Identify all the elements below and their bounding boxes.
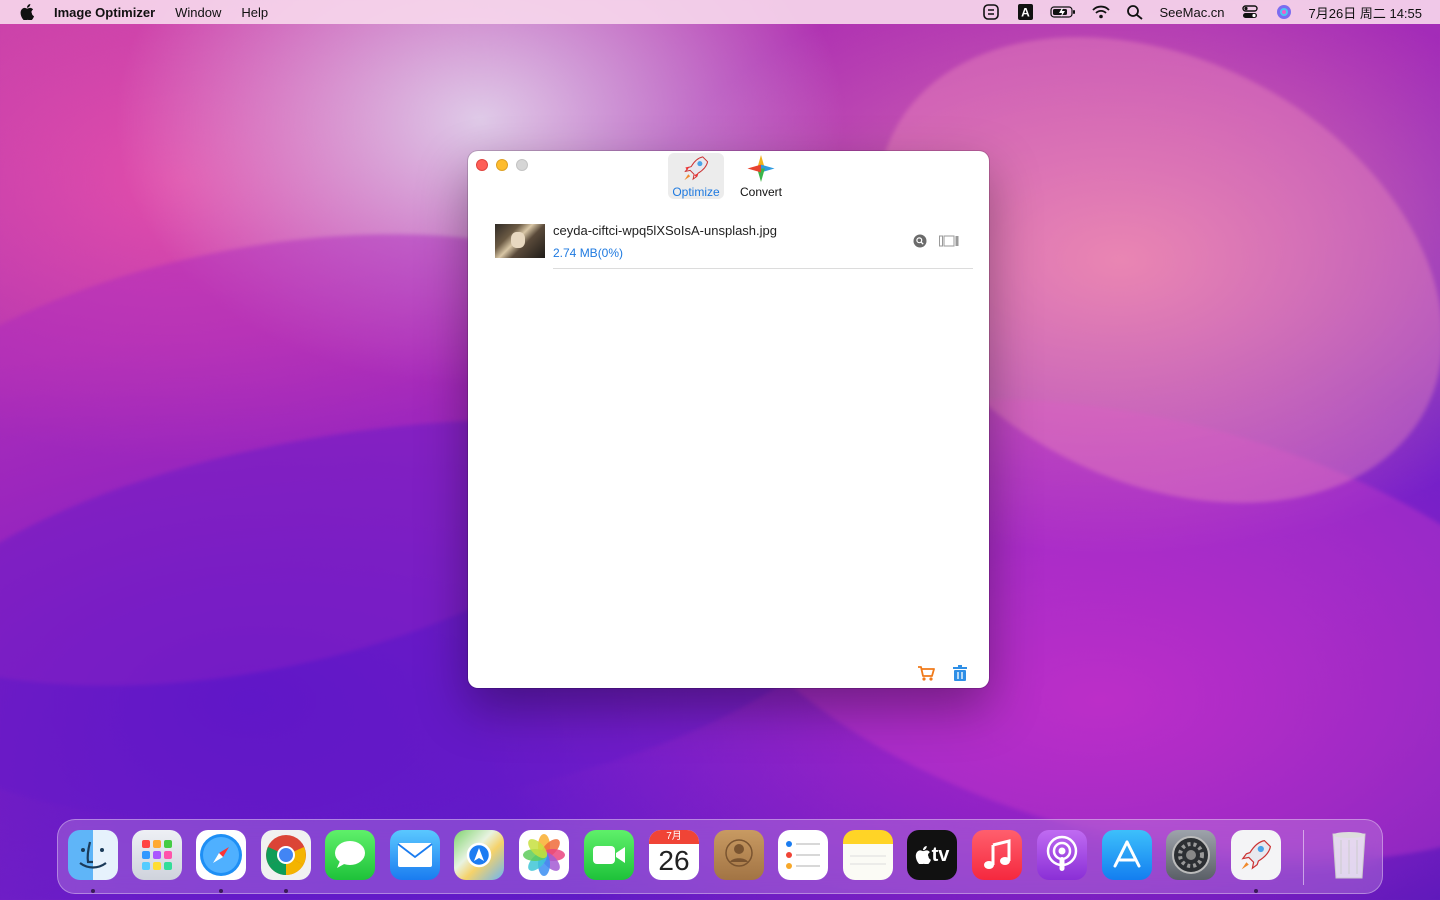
notes-icon[interactable] bbox=[843, 830, 893, 880]
calendar-month: 7月 bbox=[649, 830, 699, 844]
podcasts-icon[interactable] bbox=[1037, 830, 1087, 880]
tab-convert-label: Convert bbox=[739, 185, 783, 199]
tab-optimize-label: Optimize bbox=[672, 185, 720, 199]
image-optimizer-dock-icon[interactable] bbox=[1231, 830, 1281, 880]
image-thumbnail bbox=[495, 224, 545, 258]
menu-app-name[interactable]: Image Optimizer bbox=[54, 5, 155, 20]
calendar-icon[interactable]: 7月 26 bbox=[649, 830, 699, 880]
trash-icon[interactable] bbox=[951, 664, 969, 682]
row-divider bbox=[553, 268, 973, 269]
menu-bar: Image Optimizer Window Help A SeeMac.cn … bbox=[0, 0, 1440, 24]
siri-icon[interactable] bbox=[1275, 4, 1293, 20]
window-footer bbox=[901, 664, 969, 682]
running-indicator bbox=[219, 889, 223, 893]
file-name: ceyda-ciftci-wpq5lXSoIsA-unsplash.jpg bbox=[553, 223, 777, 238]
finder-icon[interactable] bbox=[68, 830, 118, 880]
dock: 7月 26 tv bbox=[57, 819, 1383, 894]
photos-icon[interactable] bbox=[519, 830, 569, 880]
input-method-icon[interactable]: A bbox=[1016, 4, 1034, 20]
launchpad-icon[interactable] bbox=[132, 830, 182, 880]
compare-icon[interactable] bbox=[939, 235, 959, 247]
music-icon[interactable] bbox=[972, 830, 1022, 880]
battery-icon[interactable] bbox=[1049, 4, 1076, 20]
messages-icon[interactable] bbox=[325, 830, 375, 880]
row-actions bbox=[913, 234, 959, 248]
trash-dock-icon[interactable] bbox=[1324, 830, 1374, 880]
safari-icon[interactable] bbox=[196, 830, 246, 880]
dock-separator bbox=[1303, 830, 1304, 885]
contacts-icon[interactable] bbox=[714, 830, 764, 880]
app-store-icon[interactable] bbox=[1102, 830, 1152, 880]
toolbar: Optimize Convert bbox=[468, 151, 989, 203]
menu-help[interactable]: Help bbox=[241, 5, 268, 20]
file-size-savings: 2.74 MB(0%) bbox=[553, 246, 624, 260]
image-optimizer-window: Optimize Convert ceyda-ciftci-wpq5lXSoIs… bbox=[468, 151, 989, 688]
spotlight-icon[interactable] bbox=[1126, 4, 1144, 20]
system-preferences-icon[interactable] bbox=[1166, 830, 1216, 880]
tab-convert[interactable]: Convert bbox=[733, 153, 789, 199]
running-indicator bbox=[91, 889, 95, 893]
control-center-icon[interactable] bbox=[1241, 4, 1259, 20]
maps-icon[interactable] bbox=[454, 830, 504, 880]
mail-icon[interactable] bbox=[390, 830, 440, 880]
clock[interactable]: 7月26日 周二 14:55 bbox=[1309, 3, 1422, 22]
running-indicator bbox=[284, 889, 288, 893]
tv-label: tv bbox=[931, 843, 950, 866]
tab-optimize[interactable]: Optimize bbox=[668, 153, 724, 199]
status-site-label[interactable]: SeeMac.cn bbox=[1160, 5, 1225, 20]
rocket-icon bbox=[684, 156, 709, 181]
calendar-day: 26 bbox=[658, 845, 690, 876]
magnifier-icon[interactable] bbox=[913, 234, 927, 248]
wifi-icon[interactable] bbox=[1091, 4, 1110, 20]
reminders-icon[interactable] bbox=[778, 830, 828, 880]
convert-icon bbox=[747, 154, 775, 183]
running-indicator bbox=[1254, 889, 1258, 893]
chrome-icon[interactable] bbox=[261, 830, 311, 880]
apple-tv-icon[interactable]: tv bbox=[907, 830, 957, 880]
cart-icon[interactable] bbox=[917, 664, 935, 682]
menu-window[interactable]: Window bbox=[175, 5, 221, 20]
apple-menu-icon[interactable] bbox=[17, 2, 37, 22]
svg-text:A: A bbox=[1021, 6, 1030, 20]
grammarly-icon[interactable] bbox=[982, 4, 1000, 20]
facetime-icon[interactable] bbox=[584, 830, 634, 880]
file-row[interactable]: ceyda-ciftci-wpq5lXSoIsA-unsplash.jpg 2.… bbox=[495, 221, 973, 269]
